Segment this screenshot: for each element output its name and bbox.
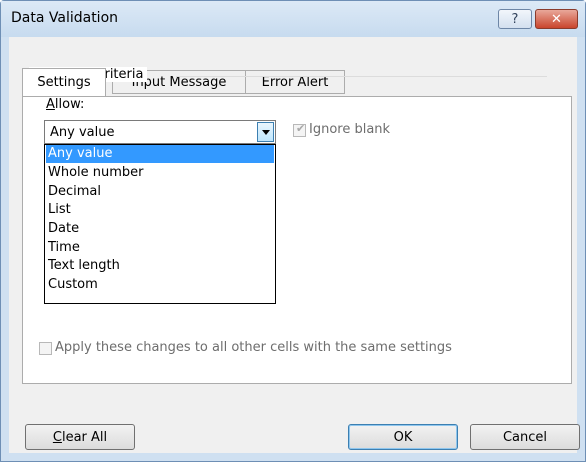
group-divider: [176, 76, 547, 77]
allow-label-accel: A: [46, 97, 55, 112]
option-whole-number[interactable]: Whole number: [46, 164, 274, 182]
data-validation-dialog: Data Validation ? ✕ Settings Input Messa…: [0, 0, 586, 462]
option-decimal[interactable]: Decimal: [46, 183, 274, 201]
allow-label-rest: llow:: [54, 97, 85, 112]
help-button[interactable]: ?: [498, 9, 532, 29]
checkmark-icon: ✔: [296, 122, 306, 135]
option-text-length[interactable]: Text length: [46, 257, 274, 275]
ignore-blank-checkbox[interactable]: ✔: [293, 122, 306, 137]
tab-error-alert[interactable]: Error Alert: [245, 70, 345, 94]
dropdown-arrow-button[interactable]: [257, 122, 274, 142]
allow-label: Allow:: [46, 97, 84, 112]
clear-all-button[interactable]: Clear All: [25, 424, 135, 450]
close-button[interactable]: ✕: [535, 9, 578, 29]
option-time[interactable]: Time: [46, 239, 274, 257]
ok-button[interactable]: OK: [348, 424, 458, 450]
ignore-blank-label: Ignore blank: [309, 122, 391, 137]
tab-settings[interactable]: Settings: [22, 68, 106, 96]
cancel-label: Cancel: [502, 429, 548, 445]
clear-all-accel: C: [52, 429, 62, 445]
apply-all-label: Apply these changes to all other cells w…: [55, 340, 452, 355]
option-any-value[interactable]: Any value: [46, 145, 274, 163]
allow-dropdown-value: Any value: [50, 125, 115, 140]
cancel-button[interactable]: Cancel: [470, 424, 580, 450]
title-bar[interactable]: Data Validation ? ✕: [1, 1, 585, 37]
tab-settings-label: Settings: [37, 75, 91, 90]
chevron-down-icon: [261, 129, 270, 135]
ok-label: OK: [393, 429, 413, 445]
help-icon: ?: [511, 11, 519, 27]
clear-all-label: lear All: [61, 429, 108, 445]
option-list[interactable]: List: [46, 201, 274, 219]
close-icon: ✕: [551, 11, 562, 27]
allow-dropdown[interactable]: Any value: [44, 120, 276, 144]
option-custom[interactable]: Custom: [46, 276, 274, 294]
allow-options-list[interactable]: Any value Whole number Decimal List Date…: [44, 144, 276, 304]
dialog-title: Data Validation: [11, 10, 119, 26]
option-date[interactable]: Date: [46, 220, 274, 238]
apply-all-checkbox[interactable]: [39, 342, 52, 355]
